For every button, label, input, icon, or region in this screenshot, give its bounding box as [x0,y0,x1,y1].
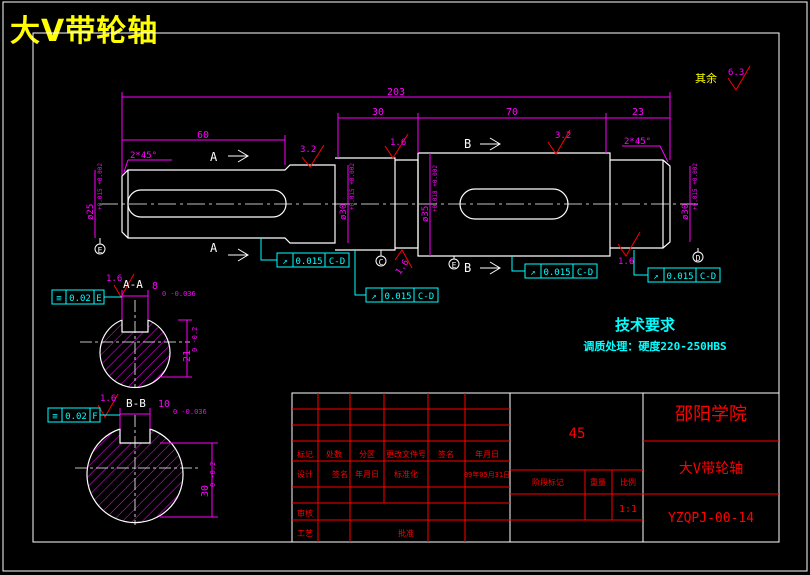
section-b-bottom: B [464,261,471,275]
svg-text:比例: 比例 [620,477,636,487]
roughness-r2: 1.6 [390,138,406,148]
svg-text:年月日: 年月日 [475,449,499,459]
svg-text:09年05月31日: 09年05月31日 [464,470,510,479]
svg-text:签名: 签名 [438,449,454,459]
roughness-other-label: 其余 [695,71,717,85]
section-b-top: B [464,137,471,151]
drawing-number: YZQPJ-00-14 [668,511,754,526]
runout-frame-4: ↗ 0.015 C-D [653,272,716,282]
shaft-main-view [121,152,671,257]
dia-left: ø25 [86,204,96,220]
dia-30b-tol: +0.015 +0.002 [692,163,699,210]
aa-width: 8 [152,281,158,292]
dim-left-segment: 60 [197,130,209,141]
svg-text:标记: 标记 [297,449,313,459]
svg-text:C-D: C-D [700,272,716,282]
svg-text:↗: ↗ [653,272,658,282]
svg-text:0.015: 0.015 [666,272,693,282]
svg-text:审核: 审核 [297,508,313,518]
runout-frame-2: ↗ 0.015 C-D [371,292,434,302]
svg-text:C-D: C-D [577,268,593,278]
tech-req-line1: 调质处理：硬度220-250HBS [583,339,726,353]
svg-text:C-D: C-D [418,292,434,302]
section-aa: ≡ 0.02 E [51,289,192,389]
svg-text:0.015: 0.015 [543,268,570,278]
roughness-r5: 1.6 [394,258,412,277]
dia-30a-tol: +0.015 +0.002 [349,163,356,210]
svg-text:≡: ≡ [52,412,58,422]
roughness-r1: 3.2 [300,145,316,155]
dim-30: 30 [372,107,384,118]
datum-d: D [696,254,701,263]
dia-30a: ø30 [339,204,349,220]
svg-text:E: E [96,294,101,304]
roughness-r7: 1.6 [100,394,116,404]
section-bb-label: B-B [126,397,146,410]
datum-f: E [452,261,457,270]
svg-text:标准化: 标准化 [394,469,418,479]
svg-text:C-D: C-D [329,257,345,267]
svg-text:≡: ≡ [56,294,62,304]
svg-text:处数: 处数 [326,449,342,459]
datum-c: C [379,258,384,267]
dia-35: ø35 [421,206,431,222]
roughness-other-value: 6.3 [728,68,744,78]
chamfer-right: 2*45° [624,137,651,147]
runout-frame-3: ↗ 0.015 C-D [530,268,593,278]
svg-text:↗: ↗ [371,292,376,302]
svg-text:工艺: 工艺 [297,529,313,538]
dia-35-tol: +0.018 +0.002 [432,165,439,212]
datum-e-left: E [98,246,103,255]
roughness-r3: 3.2 [555,131,571,141]
material: 45 [569,426,586,442]
svg-text:批准: 批准 [398,528,414,538]
bb-width-tol: 0 -0.036 [173,408,207,416]
dim-23: 23 [632,107,644,118]
part-name: 大V带轮轴 [679,461,743,477]
svg-text:年月日: 年月日 [355,469,379,479]
svg-text:F: F [92,412,97,422]
svg-text:更改文件号: 更改文件号 [386,449,426,459]
tech-req-heading: 技术要求 [615,316,676,334]
aa-width-tol: 0 -0.036 [162,290,196,298]
svg-text:阶段标记: 阶段标记 [532,477,564,487]
scale: 1:1 [619,504,637,515]
dia-left-tol: +0.015 +0.002 [97,163,104,210]
roughness-r4: 1.6 [618,257,634,267]
svg-text:↗: ↗ [282,257,287,267]
aa-depth-tol: 0 -0.2 [191,327,199,352]
section-a-top: A [210,150,218,164]
svg-text:↗: ↗ [530,268,535,278]
runout-frame-1: ↗ 0.015 C-D [282,257,345,267]
bb-width: 10 [158,399,170,410]
svg-text:设计: 设计 [297,469,313,479]
section-a-bottom: A [210,241,218,255]
dim-70: 70 [506,107,518,118]
svg-text:签名: 签名 [332,469,348,479]
bb-depth-tol: 0 -0.2 [209,462,217,487]
svg-text:重量: 重量 [590,477,606,487]
dim-overall: 203 [387,87,405,98]
svg-text:分区: 分区 [359,450,375,459]
svg-text:0.02: 0.02 [69,294,91,304]
svg-text:0.015: 0.015 [295,257,322,267]
section-bb: ≡ 0.02 F [47,407,218,525]
svg-text:0.015: 0.015 [384,292,411,302]
dia-30b: ø30 [681,204,691,220]
roughness-r6: 1.6 [106,274,122,284]
svg-text:0.02: 0.02 [65,412,87,422]
school-name: 邵阳学院 [675,404,747,425]
drawing-canvas: 203 60 30 70 23 2*45° 2*45° ø25 +0.015 +… [2,1,808,572]
chamfer-left: 2*45° [130,151,157,161]
dimension-lines [94,92,691,256]
section-aa-label: A-A [123,278,143,291]
roughness-symbols [97,65,751,419]
